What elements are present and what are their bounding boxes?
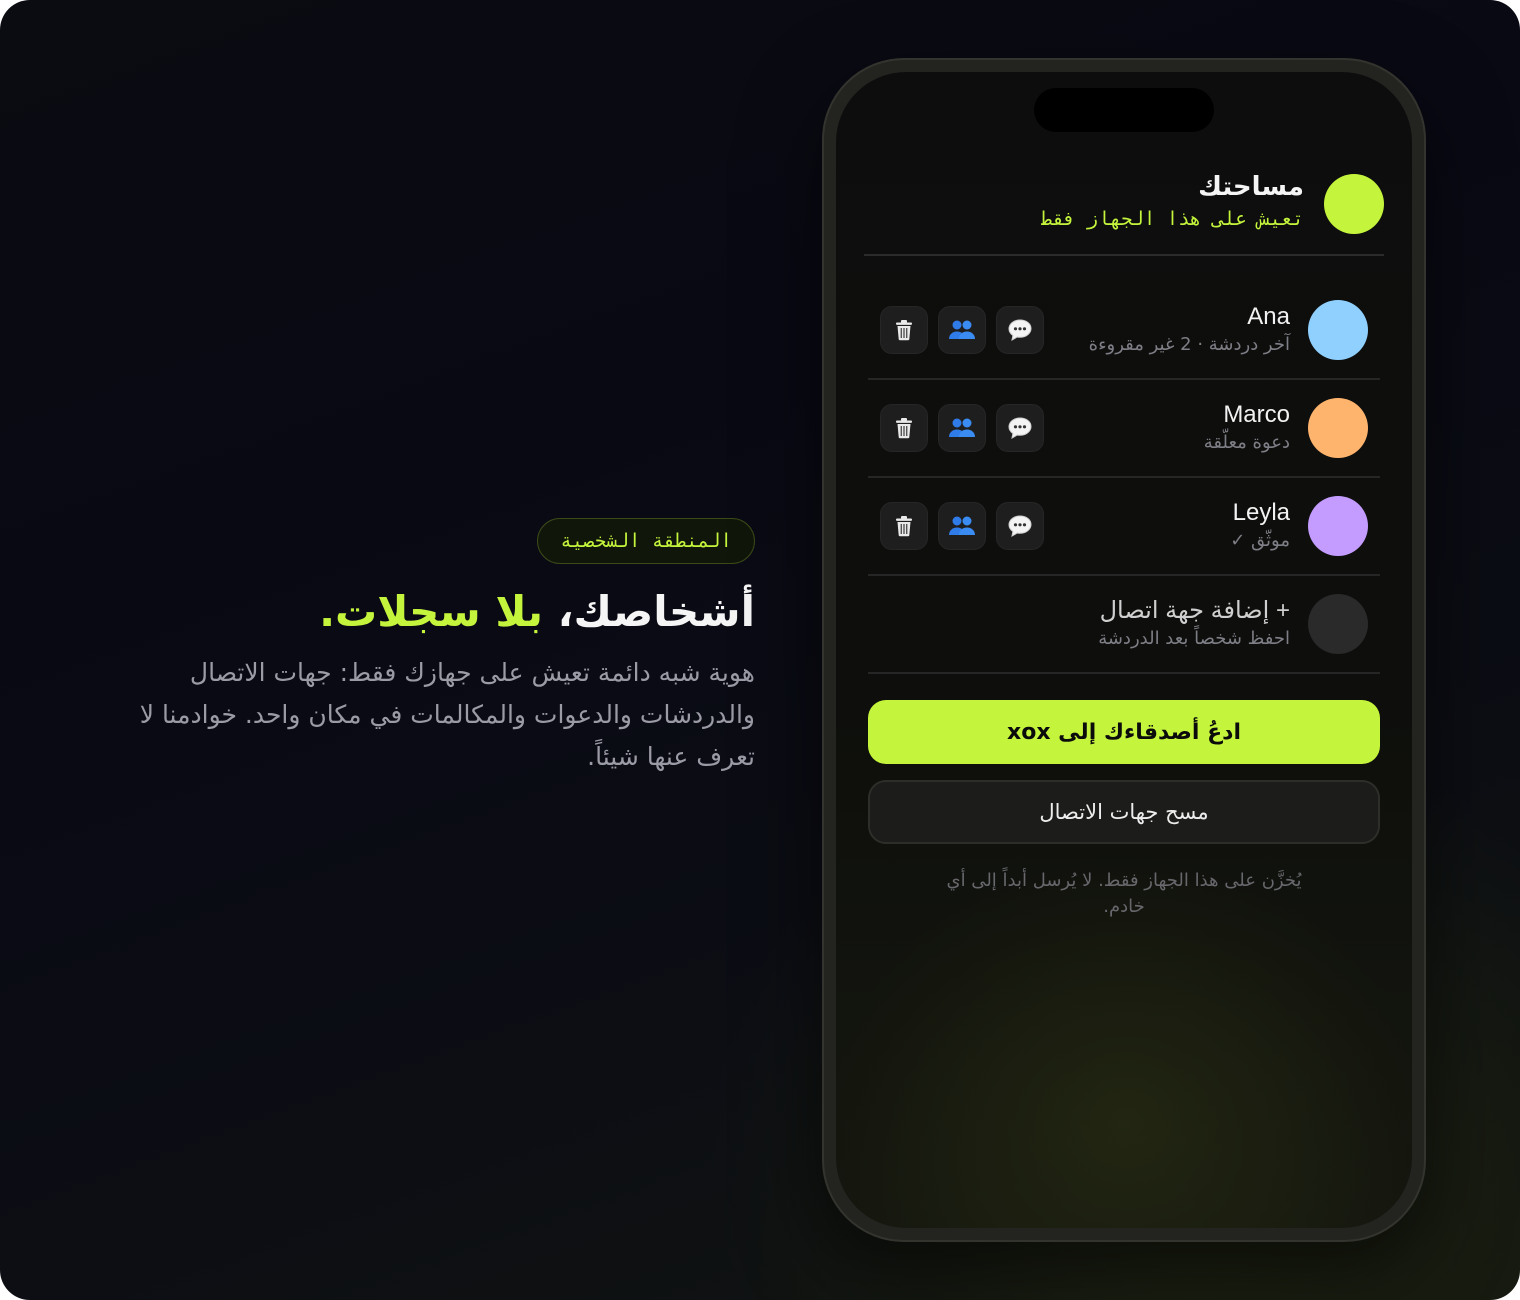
people-icon: [949, 320, 975, 339]
add-contact-avatar: [1308, 594, 1368, 654]
contact-text: Marco دعوة معلّقة: [1044, 400, 1290, 456]
speech-bubble-icon: [1008, 319, 1032, 341]
chat-button[interactable]: [996, 502, 1044, 550]
hero-section: المنطقة الشخصية أشخاصك، بلا سجلات. هوية …: [75, 518, 755, 778]
headline-end: .: [319, 587, 336, 636]
delete-button[interactable]: [880, 404, 928, 452]
contact-actions: [880, 306, 1044, 354]
space-text: مساحتك تعيش على هذا الجهاز فقط: [1041, 170, 1304, 234]
trash-icon: [896, 320, 912, 341]
people-icon: [949, 516, 975, 535]
contact-name: Marco: [1223, 401, 1290, 428]
space-avatar: [1324, 174, 1384, 234]
section-tag: المنطقة الشخصية: [537, 518, 755, 564]
invite-friends-button[interactable]: ادعُ أصدقاءك إلى xox: [868, 700, 1380, 764]
speech-bubble-icon: [1008, 515, 1032, 537]
space-header: مساحتك تعيش على هذا الجهاز فقط: [864, 172, 1384, 256]
delete-button[interactable]: [880, 306, 928, 354]
contact-actions: [880, 502, 1044, 550]
speech-bubble-icon: [1008, 417, 1032, 439]
add-contact-hint: احفظ شخصاً بعد الدردشة: [1098, 628, 1290, 649]
group-button[interactable]: [938, 306, 986, 354]
group-button[interactable]: [938, 404, 986, 452]
contact-status: موثّق ✓: [1230, 530, 1290, 551]
contact-name: Ana: [1247, 303, 1290, 330]
avatar: [1308, 496, 1368, 556]
trash-icon: [896, 516, 912, 537]
add-contact-label: + إضافة جهة اتصال: [1099, 597, 1290, 624]
space-title: مساحتك: [1198, 172, 1304, 202]
contact-actions: [880, 404, 1044, 452]
people-icon: [949, 418, 975, 437]
avatar: [1308, 398, 1368, 458]
contact-row[interactable]: Ana آخر دردشة · 2 غير مقروءة: [868, 282, 1380, 380]
phone-screen: مساحتك تعيش على هذا الجهاز فقط Ana آخر د…: [836, 72, 1412, 1228]
add-contact-row[interactable]: + إضافة جهة اتصال احفظ شخصاً بعد الدردشة: [868, 576, 1380, 674]
contact-row[interactable]: Leyla موثّق ✓: [868, 478, 1380, 576]
add-contact-text: + إضافة جهة اتصال احفظ شخصاً بعد الدردشة: [880, 596, 1290, 652]
clear-contacts-button[interactable]: مسح جهات الاتصال: [868, 780, 1380, 844]
contact-text: Ana آخر دردشة · 2 غير مقروءة: [1044, 302, 1290, 358]
trash-icon: [896, 418, 912, 439]
phone-mockup: مساحتك تعيش على هذا الجهاز فقط Ana آخر د…: [822, 58, 1426, 1242]
space-subtitle: تعيش على هذا الجهاز فقط: [1040, 208, 1304, 230]
chat-button[interactable]: [996, 404, 1044, 452]
contact-row[interactable]: Marco دعوة معلّقة: [868, 380, 1380, 478]
headline-accent: بلا سجلات: [335, 587, 543, 636]
contact-name: Leyla: [1232, 499, 1290, 526]
avatar: [1308, 300, 1368, 360]
contact-status: دعوة معلّقة: [1203, 432, 1290, 453]
group-button[interactable]: [938, 502, 986, 550]
hero-description: هوية شبه دائمة تعيش على جهازك فقط: جهات …: [139, 658, 755, 771]
chat-button[interactable]: [996, 306, 1044, 354]
canvas: المنطقة الشخصية أشخاصك، بلا سجلات. هوية …: [0, 0, 1520, 1300]
headline-main: أشخاصك،: [542, 587, 755, 636]
storage-note: يُخزَّن على هذا الجهاز فقط. لا يُرسل أبد…: [946, 870, 1302, 917]
hero-headline: أشخاصك، بلا سجلات.: [75, 584, 755, 640]
contact-list: Ana آخر دردشة · 2 غير مقروءة Marco دعوة …: [868, 282, 1380, 674]
contact-status: آخر دردشة · 2 غير مقروءة: [1088, 334, 1290, 355]
phone-notch: [1034, 88, 1214, 132]
contact-text: Leyla موثّق ✓: [1044, 498, 1290, 554]
delete-button[interactable]: [880, 502, 928, 550]
